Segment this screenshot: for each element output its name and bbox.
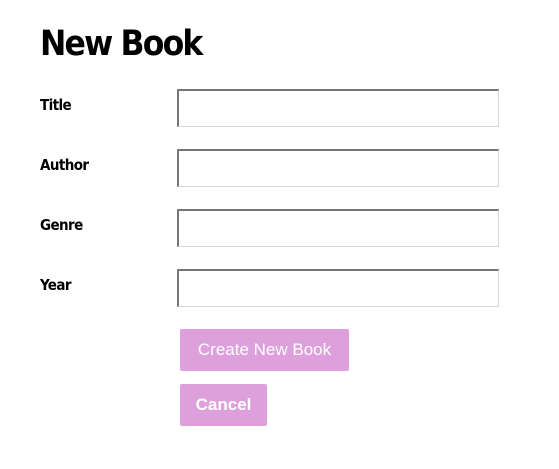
genre-input[interactable] [177, 209, 499, 247]
year-input[interactable] [177, 269, 499, 307]
create-new-book-button[interactable]: Create New Book [180, 329, 349, 371]
author-label: Author [40, 156, 89, 174]
genre-label: Genre [40, 216, 83, 234]
title-input[interactable] [177, 89, 499, 127]
title-row: Title [0, 89, 559, 129]
author-input[interactable] [177, 149, 499, 187]
cancel-button[interactable]: Cancel [180, 384, 267, 426]
page-title: New Book [40, 24, 203, 64]
author-row: Author [0, 149, 559, 189]
genre-row: Genre [0, 209, 559, 249]
year-label: Year [40, 276, 72, 294]
year-row: Year [0, 269, 559, 309]
title-label: Title [40, 96, 72, 114]
